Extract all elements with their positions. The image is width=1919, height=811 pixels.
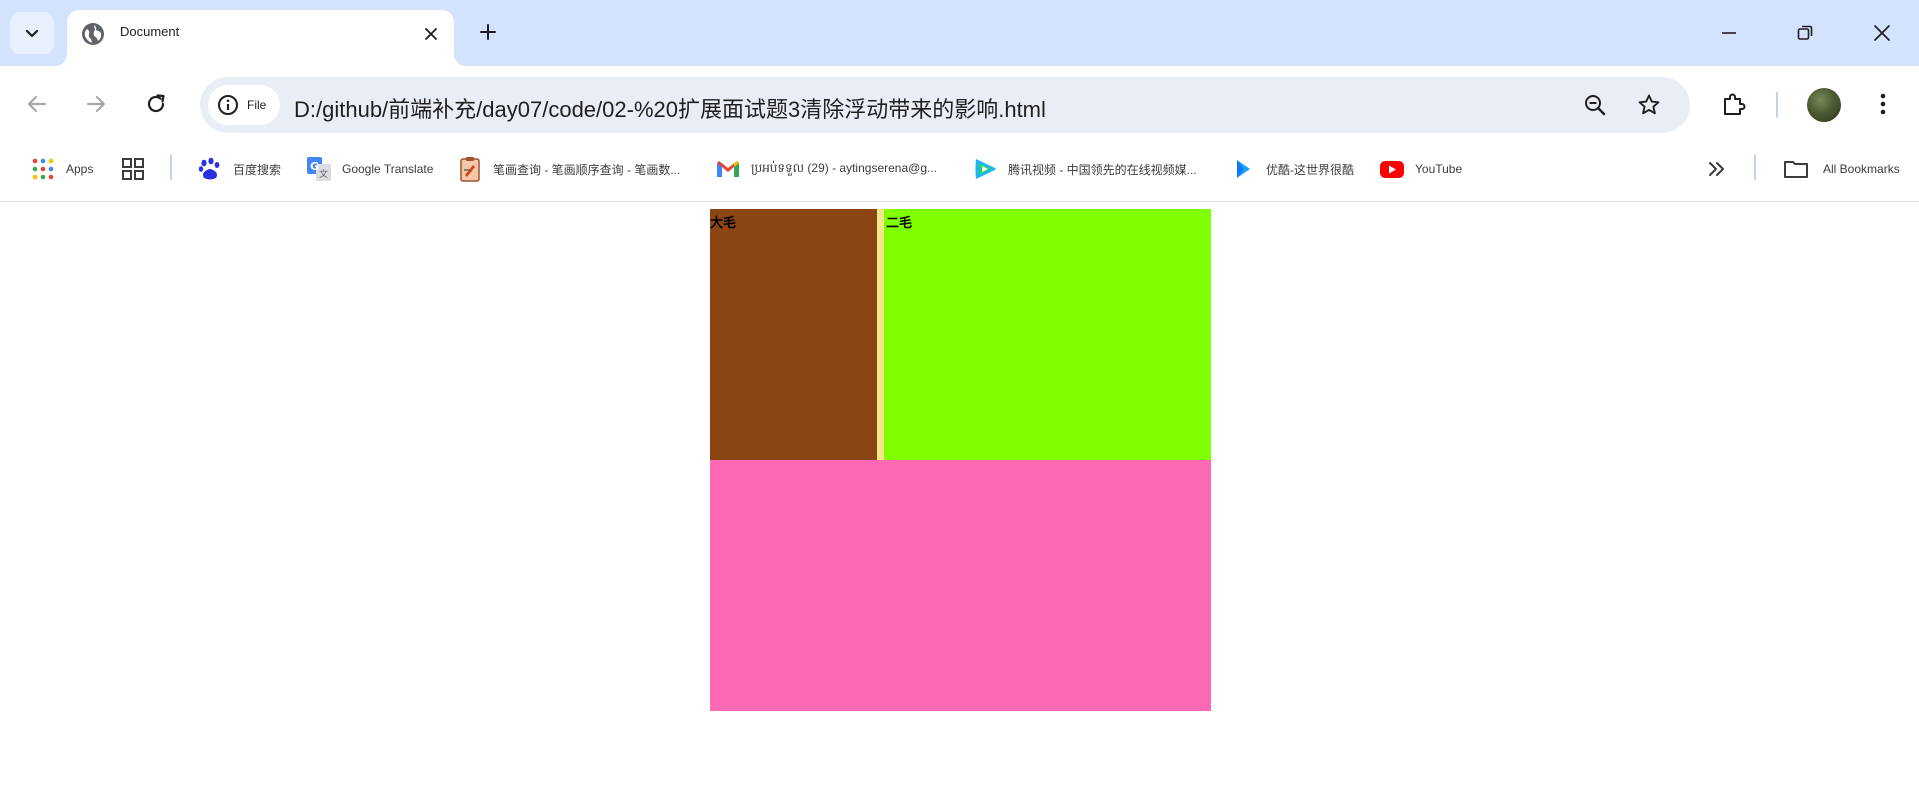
close-icon	[425, 28, 437, 40]
arrow-right-icon	[86, 95, 106, 113]
bookmark-label: YouTube	[1415, 162, 1463, 176]
svg-text:G: G	[310, 160, 319, 173]
box-ermao: 二毛	[884, 209, 1211, 460]
restore-button[interactable]	[1777, 10, 1833, 56]
bookmarks-overflow-button[interactable]	[1704, 152, 1730, 186]
bookmark-label: 腾讯视频 - 中国领先的在线视频媒...	[1008, 162, 1197, 177]
tencent-video-icon	[975, 159, 996, 179]
arrow-left-icon	[27, 95, 47, 113]
bookmark-tab-groups[interactable]	[120, 152, 146, 186]
site-info-chip[interactable]: File	[208, 85, 280, 125]
puzzle-piece-icon	[1724, 93, 1746, 115]
bookmark-label: Google Translate	[342, 162, 434, 176]
extensions-button[interactable]	[1714, 84, 1754, 124]
bookmark-label: Apps	[66, 162, 94, 176]
page-content: 大毛 二毛	[0, 202, 1919, 811]
all-bookmarks-label: All Bookmarks	[1823, 162, 1900, 176]
youtube-icon	[1380, 161, 1404, 178]
url-text[interactable]: D:/github/前端补充/day07/code/02-%20扩展面试题3清除…	[294, 92, 1046, 124]
reload-icon	[147, 94, 165, 113]
back-button[interactable]	[17, 84, 57, 124]
chevron-double-right-icon	[1709, 162, 1724, 176]
bookmarks-divider	[170, 154, 172, 180]
bookmark-bihua[interactable]: 笔画查询 - 笔画顺序查询 - 笔画数...	[457, 152, 680, 186]
plus-icon	[480, 24, 496, 40]
box-damao: 大毛	[710, 209, 877, 460]
menu-button[interactable]	[1863, 84, 1903, 124]
kebab-menu-icon	[1880, 93, 1886, 115]
bookmark-google-translate[interactable]: G 文 Google Translate	[306, 152, 433, 186]
bookmark-label: 百度搜索	[233, 162, 282, 177]
folder-icon	[1784, 161, 1808, 178]
youku-icon	[1237, 160, 1250, 178]
bookmark-youku[interactable]: 优酷-这世界很酷	[1230, 152, 1354, 186]
reload-button[interactable]	[136, 84, 176, 124]
forward-button[interactable]	[76, 84, 116, 124]
google-translate-icon: G 文	[307, 157, 331, 181]
site-chip-label: File	[247, 98, 267, 112]
minimize-icon	[1722, 32, 1736, 34]
box-bottom	[710, 460, 1211, 711]
baidu-paw-icon	[198, 157, 220, 180]
bookmark-label: 优酷-这世界很酷	[1266, 162, 1354, 177]
chevron-down-icon	[25, 29, 39, 38]
tab-strip: Document	[0, 0, 1919, 66]
minimize-button[interactable]	[1701, 10, 1757, 56]
bookmark-baidu[interactable]: 百度搜索	[197, 152, 281, 186]
star-icon	[1638, 94, 1660, 115]
tab-title: Document	[120, 24, 180, 39]
new-tab-button[interactable]	[470, 14, 506, 50]
clipboard-icon	[460, 157, 480, 182]
globe-icon	[82, 23, 104, 45]
bookmark-youtube[interactable]: YouTube	[1379, 152, 1462, 186]
bookmark-star-button[interactable]	[1632, 88, 1666, 122]
bookmark-tencent-video[interactable]: 腾讯视频 - 中国领先的在线视频媒...	[972, 152, 1197, 186]
zoom-out-icon	[1585, 95, 1606, 116]
gmail-icon	[717, 161, 739, 177]
bookmarks-divider	[1754, 154, 1756, 180]
tab-groups-icon	[122, 158, 144, 180]
toolbar-divider	[1776, 92, 1778, 118]
box-damao-label: 大毛	[710, 216, 737, 231]
address-bar[interactable]: File D:/github/前端补充/day07/code/02-%20扩展面…	[200, 77, 1690, 133]
apps-grid-icon	[32, 158, 54, 180]
tab-search-button[interactable]	[10, 12, 54, 54]
svg-text:文: 文	[319, 168, 328, 180]
bookmark-apps[interactable]: Apps	[30, 152, 93, 186]
bookmark-label: 笔画查询 - 笔画顺序查询 - 笔画数...	[493, 162, 681, 177]
close-icon	[1874, 25, 1890, 41]
box-ermao-label: 二毛	[886, 216, 913, 231]
bookmark-label: ប្រអប់ទទួល (29) - aytingserena@g...	[751, 161, 937, 175]
bookmarks-bar: Apps 百度搜索 G 文 Google Translate 笔画查询 - 笔画…	[0, 144, 1919, 202]
profile-avatar[interactable]	[1807, 88, 1841, 122]
restore-icon	[1797, 25, 1813, 40]
all-bookmarks-button[interactable]: All Bookmarks	[1783, 152, 1900, 186]
close-window-button[interactable]	[1854, 10, 1910, 56]
zoom-button[interactable]	[1578, 88, 1612, 122]
box-gap-strip	[877, 209, 884, 460]
tab-close-button[interactable]	[418, 21, 444, 47]
toolbar: File D:/github/前端补充/day07/code/02-%20扩展面…	[0, 66, 1919, 144]
active-tab[interactable]: Document	[67, 10, 454, 66]
info-icon	[218, 95, 238, 115]
bookmark-gmail[interactable]: ប្រអប់ទទួល (29) - aytingserena@g...	[715, 152, 937, 186]
